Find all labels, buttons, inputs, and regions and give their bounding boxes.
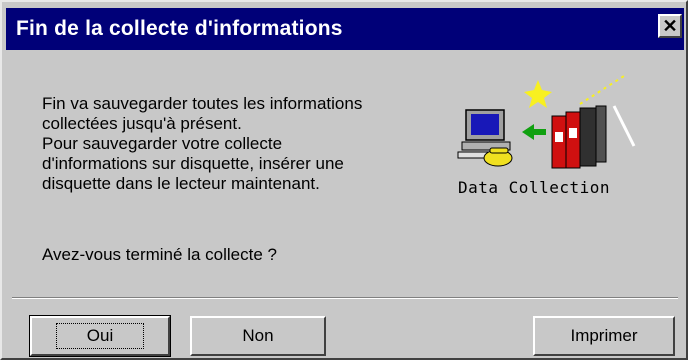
- confirmation-question: Avez-vous terminé la collecte ?: [42, 245, 277, 264]
- icon-caption: Data Collection: [458, 178, 610, 197]
- print-button[interactable]: Imprimer: [533, 316, 675, 356]
- no-button-label: Non: [242, 326, 274, 345]
- title-bar[interactable]: Fin de la collecte d'informations ✕: [6, 8, 684, 50]
- no-button[interactable]: Non: [190, 316, 326, 356]
- dialog-window: Fin de la collecte d'informations ✕ Fin …: [0, 0, 688, 360]
- close-button[interactable]: ✕: [658, 14, 682, 38]
- sparkle-trail: [579, 75, 625, 105]
- button-separator: [12, 297, 678, 299]
- dialog-title: Fin de la collecte d'informations: [16, 17, 343, 40]
- monitor-screen: [471, 114, 499, 135]
- yes-button[interactable]: Oui: [29, 315, 171, 357]
- yes-button-label: Oui: [55, 323, 145, 349]
- dialog-message: Fin va sauvegarder toutes les informatio…: [42, 94, 363, 193]
- star-icon: [524, 80, 552, 108]
- close-icon: ✕: [662, 16, 678, 36]
- print-button-label: Imprimer: [570, 326, 638, 345]
- wand-icon: [612, 105, 636, 147]
- arrow-left-icon: [522, 124, 546, 140]
